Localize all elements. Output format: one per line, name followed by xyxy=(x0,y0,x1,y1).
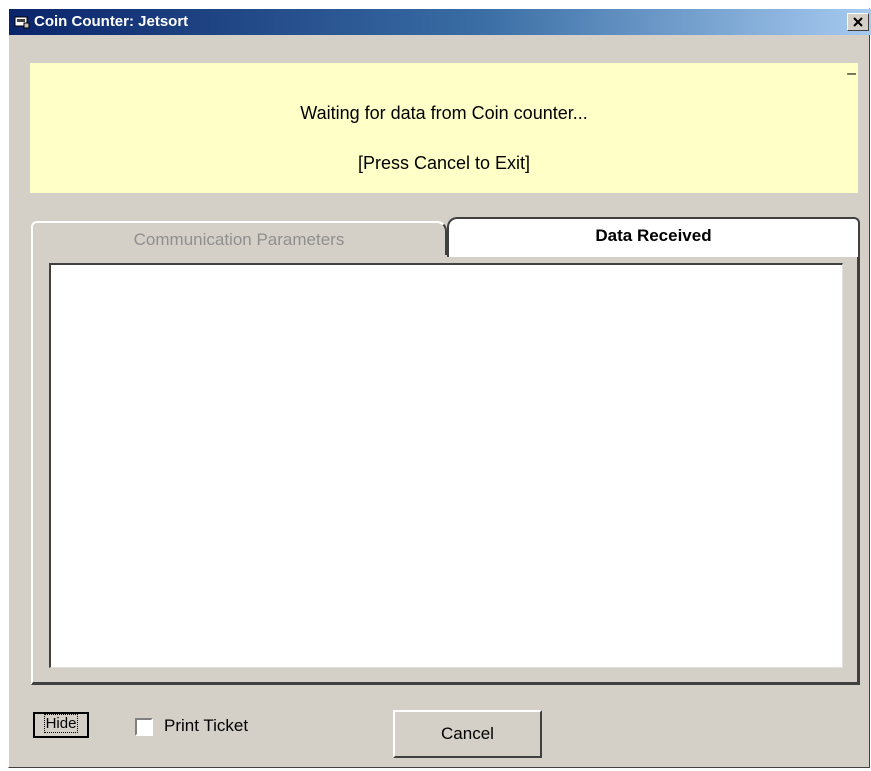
tab-data-received[interactable]: Data Received xyxy=(447,217,860,257)
cancel-button[interactable]: Cancel xyxy=(393,710,542,758)
tab-label: Data Received xyxy=(595,226,712,245)
app-icon xyxy=(14,14,30,30)
status-panel: – Waiting for data from Coin counter... … xyxy=(30,63,858,193)
title-bar[interactable]: Coin Counter: Jetsort xyxy=(9,9,871,35)
coin-counter-window: Coin Counter: Jetsort – Waiting for data… xyxy=(8,8,871,768)
hide-button-label: Hide xyxy=(43,714,79,733)
close-icon xyxy=(853,17,863,27)
minimize-mark: – xyxy=(847,65,856,82)
status-instruction: [Press Cancel to Exit] xyxy=(357,153,531,173)
tab-label: Communication Parameters xyxy=(133,230,345,249)
print-ticket-checkbox[interactable] xyxy=(135,718,153,736)
print-ticket-label[interactable]: Print Ticket xyxy=(164,716,248,736)
close-button[interactable] xyxy=(847,13,869,31)
data-received-textbox[interactable] xyxy=(49,263,843,668)
window-title: Coin Counter: Jetsort xyxy=(34,13,189,30)
tab-communication-parameters[interactable]: Communication Parameters xyxy=(31,221,447,257)
status-message: Waiting for data from Coin counter... xyxy=(300,103,588,123)
tab-panel xyxy=(31,255,860,685)
hide-button[interactable]: Hide xyxy=(33,712,89,738)
